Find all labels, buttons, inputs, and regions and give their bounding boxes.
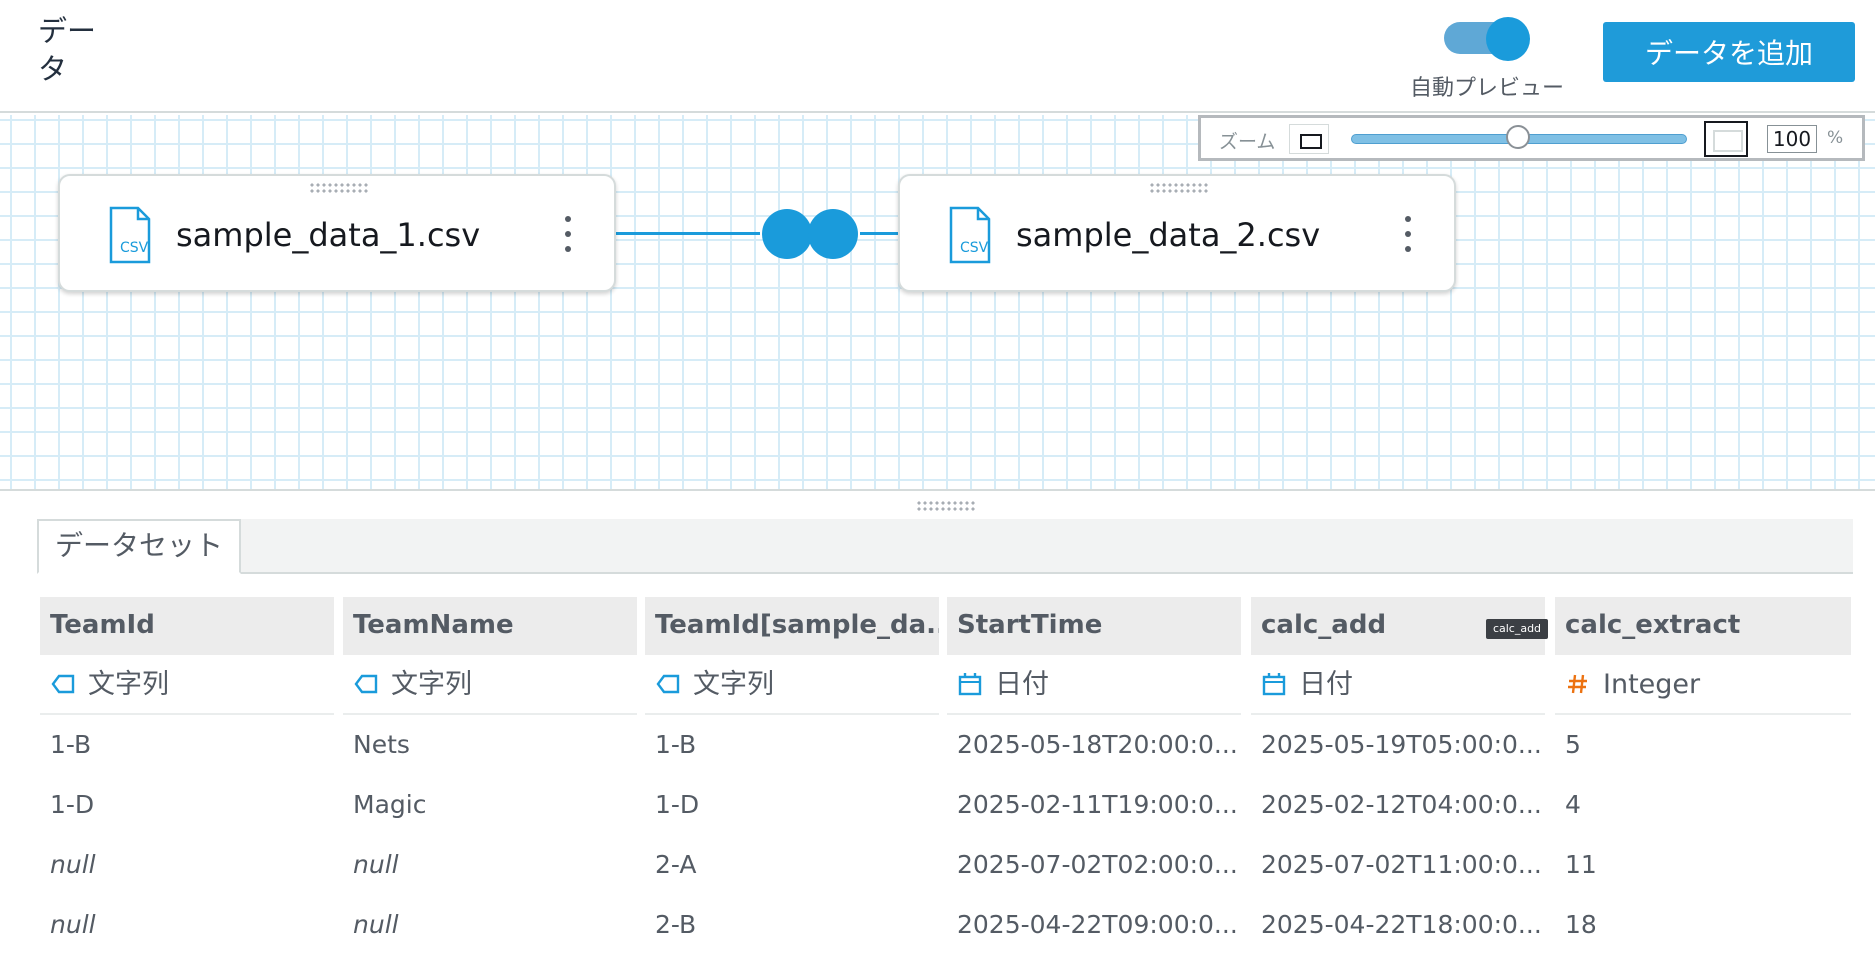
table-cell: 11 [1565,850,1597,879]
connector-line-left [616,232,760,235]
table-cell: 2025-02-12T04:00:0... [1261,790,1542,819]
column-type: 日付 [947,655,1241,715]
table-cell: 2025-05-19T05:00:0... [1261,730,1542,759]
table-column: calc_extract Integer 5 4 11 18 [1555,597,1851,955]
table-cell: null [50,910,96,939]
connector-line-right [860,232,898,235]
tab-dataset[interactable]: データセット [37,519,241,574]
string-tag-icon [51,674,75,694]
table-cell: 2025-04-22T18:00:0... [1261,910,1542,939]
column-header[interactable]: StartTime [947,597,1241,655]
column-type-label: 日付 [1299,669,1353,700]
zoom-in-icon[interactable] [1704,121,1748,157]
auto-preview-label: 自動プレビュー [1409,76,1564,101]
table-cell: 2025-07-02T02:00:0... [957,850,1238,879]
column-type-label: 日付 [995,669,1049,700]
dataset-node-sample-data-2[interactable]: CSV sample_data_2.csv [898,174,1456,292]
zoom-toolbar: ズーム % [1198,115,1865,161]
table-cell: 2025-05-18T20:00:0... [957,730,1238,759]
string-tag-icon [354,674,378,694]
column-type: 文字列 [343,655,637,715]
table-column: calc_add 日付 2025-05-19T05:00:0... 2025-0… [1251,597,1545,955]
table-column: StartTime 日付 2025-05-18T20:00:0... 2025-… [947,597,1241,955]
panel-splitter [0,489,1875,491]
table-cell: null [353,910,399,939]
column-type: Integer [1555,655,1851,715]
zoom-label: ズーム [1219,131,1276,153]
resize-handle-icon[interactable] [916,500,976,512]
table-cell: 5 [1565,730,1581,759]
csv-file-icon: CSV [949,206,991,264]
table-cell: 2-A [655,850,697,879]
zoom-unit: % [1827,128,1844,148]
table-cell: 1-B [655,730,697,759]
flow-canvas[interactable]: ズーム % CSV sample_data_1.csv CSV sample [0,115,1875,491]
calendar-icon [958,673,982,696]
column-header[interactable]: TeamId[sample_da... [645,597,939,655]
table-cell: 18 [1565,910,1597,939]
column-type: 文字列 [645,655,939,715]
svg-text:CSV: CSV [120,240,149,256]
column-type-label: Integer [1603,669,1701,700]
column-type-label: 文字列 [391,669,472,700]
table-cell: 1-D [655,790,700,819]
bottom-tabs: データセット [37,519,1853,574]
auto-preview-toggle-knob[interactable] [1486,17,1530,61]
calendar-icon [1262,673,1286,696]
auto-preview-toggle-group: 自動プレビュー [1392,14,1582,101]
table-cell: 4 [1565,790,1581,819]
column-type: 文字列 [40,655,334,715]
svg-text:CSV: CSV [960,240,989,256]
inner-join-icon[interactable] [760,204,860,264]
table-column: TeamId 文字列 1-B 1-D null null [40,597,334,955]
more-options-icon[interactable] [558,214,578,254]
dataset-node-sample-data-1[interactable]: CSV sample_data_1.csv [58,174,616,292]
table-cell: Magic [353,790,427,819]
drag-handle-icon[interactable] [309,182,369,194]
column-header[interactable]: TeamId [40,597,334,655]
table-cell: null [50,850,96,879]
table-cell: null [353,850,399,879]
string-tag-icon [656,674,680,694]
page-title: データ [38,14,97,86]
hash-icon [1568,674,1587,694]
table-cell: 2-B [655,910,697,939]
column-type-label: 文字列 [693,669,774,700]
column-header[interactable]: calc_extract [1555,597,1851,655]
table-cell: Nets [353,730,410,759]
header: データ 自動プレビュー データを追加 [0,0,1875,113]
table-column: TeamName 文字列 Nets Magic null null [343,597,637,955]
table-cell: 1-D [50,790,95,819]
zoom-slider-handle[interactable] [1506,125,1530,149]
zoom-value-input[interactable] [1767,125,1817,153]
column-header[interactable]: TeamName [343,597,637,655]
add-data-button[interactable]: データを追加 [1603,22,1855,82]
csv-file-icon: CSV [109,206,151,264]
column-type: 日付 [1251,655,1545,715]
column-type-label: 文字列 [88,669,169,700]
table-cell: 2025-02-11T19:00:0... [957,790,1238,819]
table-column: TeamId[sample_da... 文字列 1-B 1-D 2-A 2-B [645,597,939,955]
zoom-out-icon[interactable] [1289,124,1329,154]
table-cell: 2025-04-22T09:00:0... [957,910,1238,939]
column-tooltip: calc_add [1486,619,1548,639]
drag-handle-icon[interactable] [1149,182,1209,194]
more-options-icon[interactable] [1398,214,1418,254]
table-cell: 1-B [50,730,92,759]
table-cell: 2025-07-02T11:00:0... [1261,850,1542,879]
node-name: sample_data_1.csv [176,216,481,254]
node-name: sample_data_2.csv [1016,216,1321,254]
